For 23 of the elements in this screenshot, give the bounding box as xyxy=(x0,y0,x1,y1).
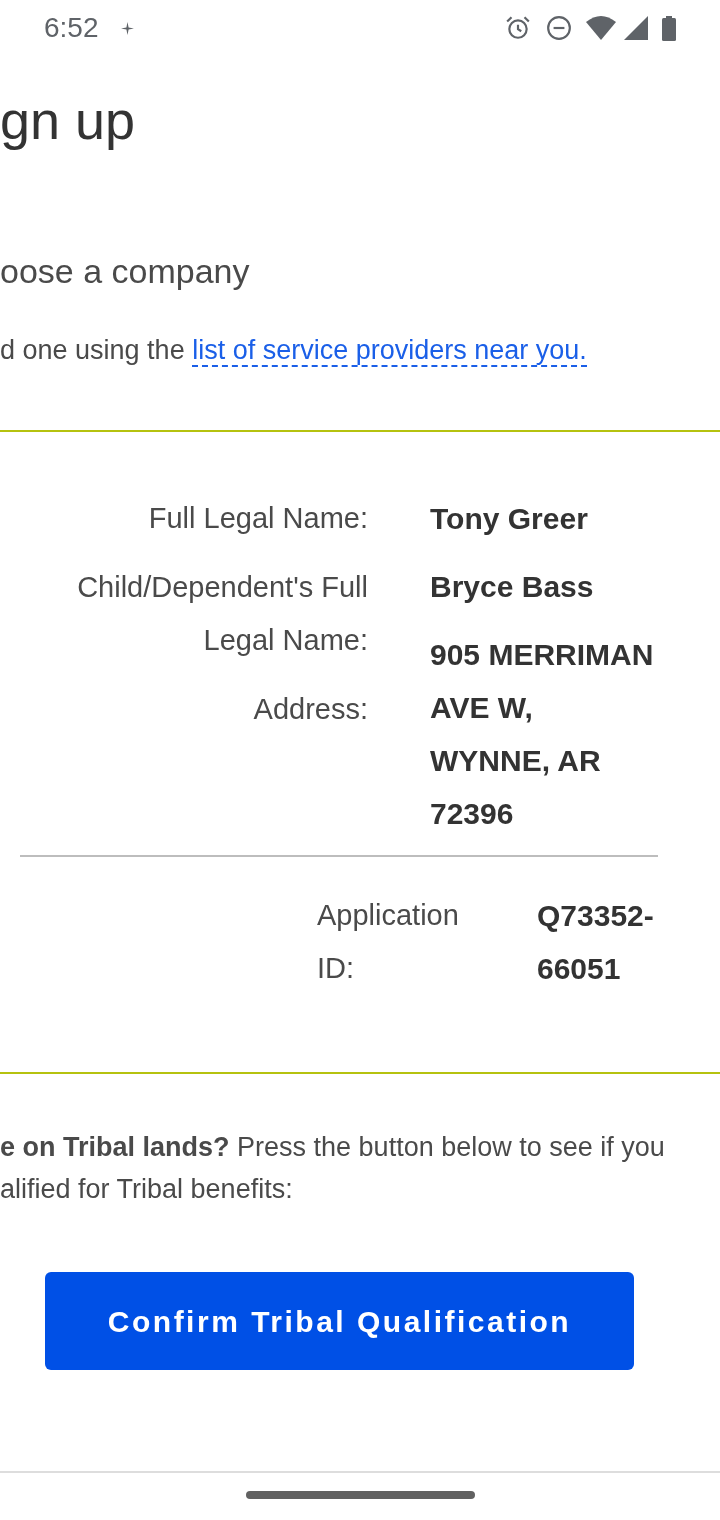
field-value: 905 MERRIMAN AVE W, WYNNE, AR 72396 xyxy=(430,637,655,832)
page-title: gn up xyxy=(0,89,137,152)
field-label: Full Legal Name: xyxy=(147,501,368,536)
field-label: Address: xyxy=(252,692,368,727)
service-providers-link[interactable]: list of service providers near you. xyxy=(192,335,587,367)
field-value: Bryce Bass xyxy=(430,569,595,605)
section-heading: oose a company xyxy=(0,251,251,292)
battery-icon xyxy=(662,15,676,41)
field-value: Tony Greer xyxy=(430,501,589,537)
do-not-disturb-icon xyxy=(546,15,572,41)
wifi-icon xyxy=(586,16,616,40)
sparkle-icon xyxy=(120,21,134,35)
signal-icon xyxy=(624,16,648,40)
status-time: 6:52 xyxy=(44,14,99,42)
alarm-clock-icon xyxy=(505,15,531,41)
field-label: Application ID: xyxy=(317,898,460,986)
tribal-info-text: e on Tribal lands? Press the button below to see if you xyxy=(0,1131,666,1164)
tribal-info-text: alified for Tribal benefits: xyxy=(0,1173,294,1206)
confirm-tribal-qualification-button[interactable]: Confirm Tribal Qualification xyxy=(45,1272,634,1370)
hint-text: d one using the list of service providers near you. xyxy=(0,334,588,369)
field-value: Q73352-66051 xyxy=(537,898,655,987)
home-gesture-bar[interactable] xyxy=(245,1491,475,1499)
field-label: Child/Dependent's Full Legal Name: xyxy=(76,570,368,658)
